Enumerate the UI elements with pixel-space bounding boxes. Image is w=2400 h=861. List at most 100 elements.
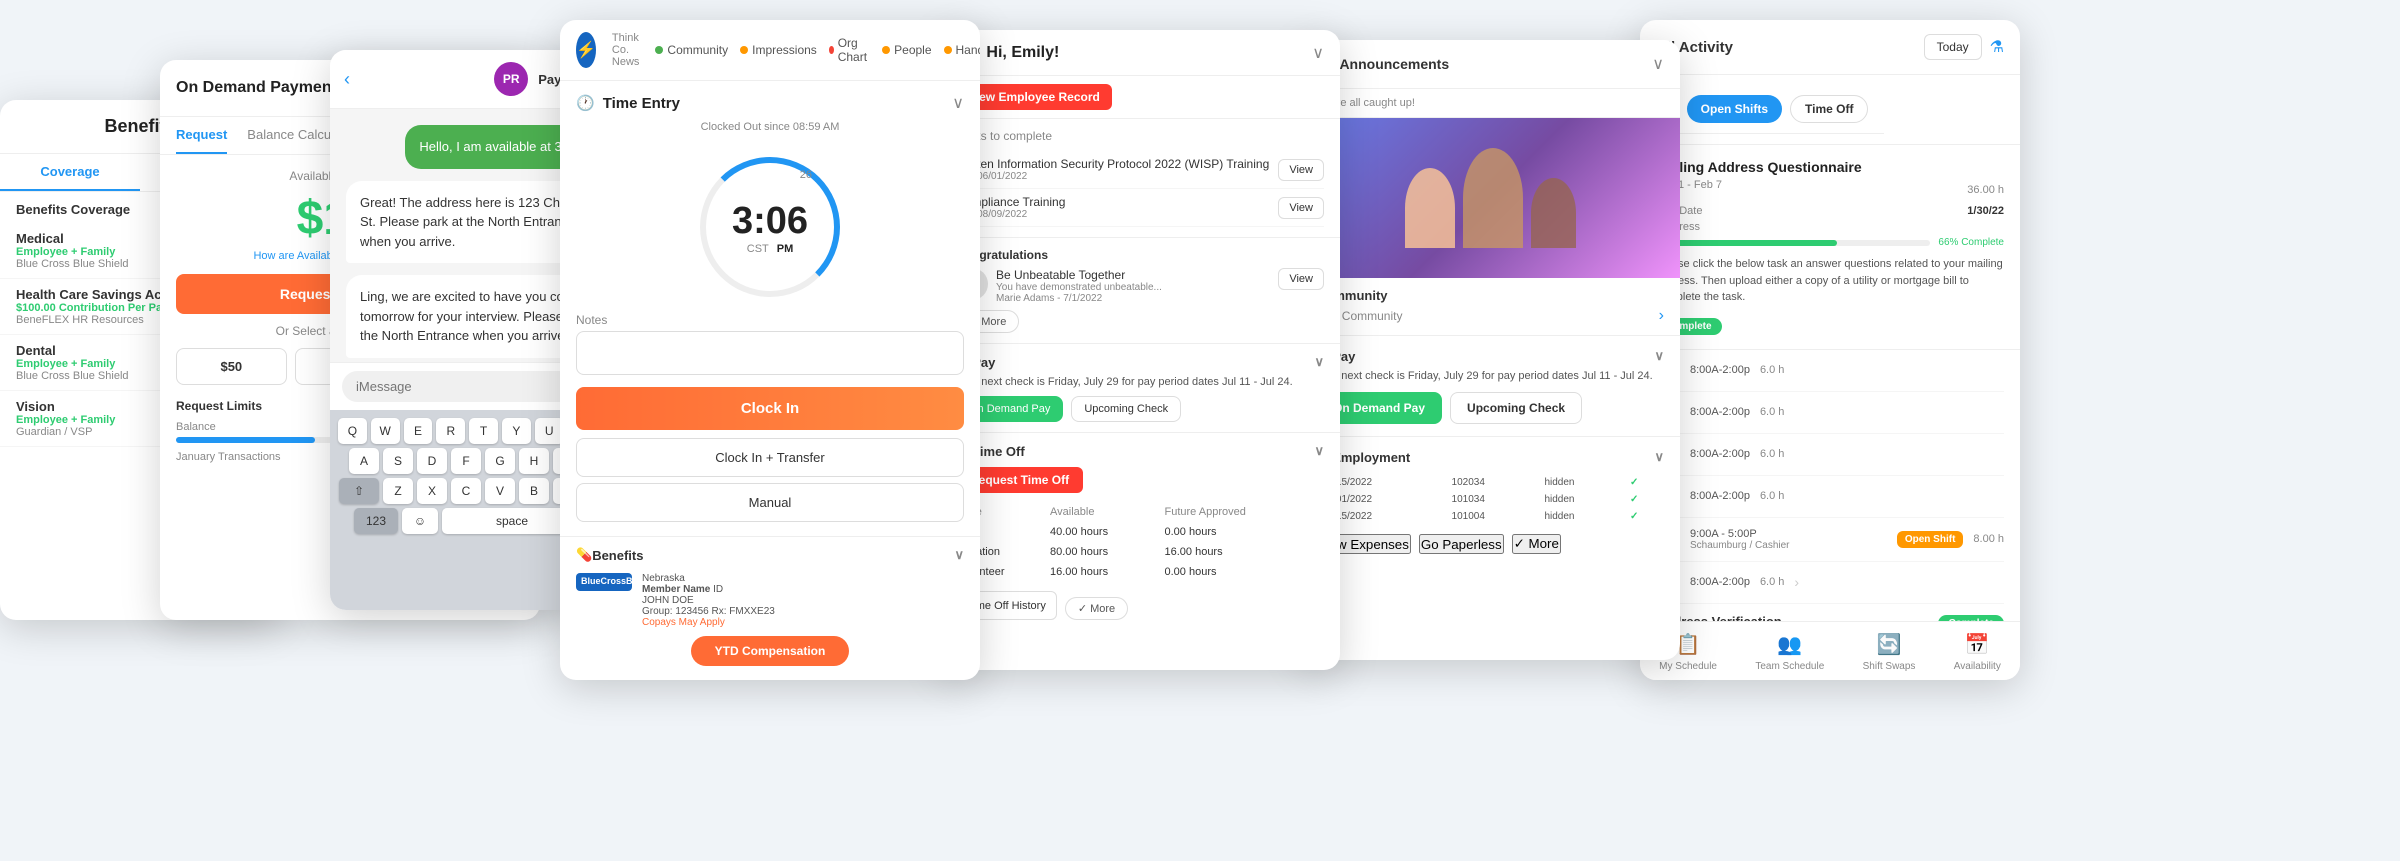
app-name: Think Co. News [612, 32, 640, 68]
employment-chevron: ∨ [1654, 449, 1664, 465]
key-t[interactable]: T [469, 418, 498, 444]
community-image [1300, 118, 1680, 278]
key-z[interactable]: Z [383, 478, 413, 504]
greeting-text: Hi, Emily! [986, 44, 1059, 62]
nav-community[interactable]: Community [655, 36, 728, 64]
key-a[interactable]: A [349, 448, 379, 474]
payment-title: On Demand Payment [176, 79, 337, 97]
nav-orgchart[interactable]: Org Chart [829, 36, 870, 64]
key-x[interactable]: X [417, 478, 447, 504]
manual-button[interactable]: Manual [576, 483, 964, 522]
people-dot [882, 46, 890, 54]
upcoming-check-button[interactable]: Upcoming Check [1450, 392, 1582, 424]
go-paperless-button[interactable]: Go Paperless [1419, 534, 1504, 554]
key-f[interactable]: F [451, 448, 481, 474]
emp-row-1: 07/15/2022 102034 hidden ✓ [1318, 475, 1662, 490]
pay-description: Your next check is Friday, July 29 for p… [1316, 370, 1664, 382]
key-c[interactable]: C [451, 478, 481, 504]
nav-availability[interactable]: 📅 Availability [1954, 632, 2001, 672]
logo-icon: ⚡ [576, 40, 596, 60]
ytd-button[interactable]: YTD Compensation [691, 636, 850, 666]
timeoff-title: Time Off [972, 444, 1025, 459]
key-g[interactable]: G [485, 448, 515, 474]
orgchart-dot [829, 46, 834, 54]
pay-text: Your next check is Friday, July 29 for p… [956, 376, 1324, 388]
nav-impressions[interactable]: Impressions [740, 36, 817, 64]
emp-row-3: 06/15/2022 101004 hidden ✓ [1318, 509, 1662, 524]
key-r[interactable]: R [436, 418, 465, 444]
key-shift[interactable]: ⇧ [339, 478, 379, 504]
key-b[interactable]: B [519, 478, 549, 504]
time-entry-card: ⚡ Think Co. News Community Impressions O… [560, 20, 980, 680]
bcbs-info: Nebraska Member Name ID JOHN DOE Group: … [642, 573, 775, 628]
task-view-button-1[interactable]: View [1278, 159, 1324, 181]
chat-avatar: PR [494, 62, 528, 96]
shift-swaps-icon: 🔄 [1877, 632, 1902, 657]
clock-face: 26 3:06 CST PM [700, 157, 840, 297]
key-emoji[interactable]: ☺ [402, 508, 438, 534]
upcoming-check-button[interactable]: Upcoming Check [1071, 396, 1181, 422]
caught-up-text: You're all caught up! [1300, 89, 1680, 118]
key-e[interactable]: E [404, 418, 433, 444]
amount-50[interactable]: $50 [176, 348, 287, 385]
open-shifts-tab[interactable]: Open Shifts [1687, 95, 1782, 123]
announcements-title: Announcements [1339, 56, 1449, 72]
key-h[interactable]: H [519, 448, 549, 474]
emp-more-button[interactable]: ✓ More [1512, 534, 1561, 554]
clock-status: Clocked Out since 08:59 AM [560, 121, 980, 141]
congrats-view-button[interactable]: View [1278, 268, 1324, 290]
timeoff-more-button[interactable]: ✓ More [1065, 597, 1128, 620]
dashboard-card: 👤 Hi, Emily! ∨ View Employee Record Task… [940, 30, 1340, 670]
row-chevron-icon: › [1794, 574, 1799, 590]
key-s[interactable]: S [383, 448, 413, 474]
nav-handbook[interactable]: Handbook [944, 36, 980, 64]
key-v[interactable]: V [485, 478, 515, 504]
task-row-1: Written Information Security Protocol 20… [956, 151, 1324, 189]
app-logo: ⚡ [576, 32, 596, 68]
filter-icon[interactable]: ⚗ [1990, 37, 2004, 57]
impressions-dot [740, 46, 748, 54]
nav-team-schedule[interactable]: 👥 Team Schedule [1755, 632, 1824, 672]
key-d[interactable]: D [417, 448, 447, 474]
key-q[interactable]: Q [338, 418, 367, 444]
balance-label: Balance [176, 421, 216, 433]
key-w[interactable]: W [371, 418, 400, 444]
key-y[interactable]: Y [502, 418, 531, 444]
back-button[interactable]: ‹ [344, 69, 350, 90]
person-silhouette-2 [1463, 148, 1523, 248]
nav-shift-swaps[interactable]: 🔄 Shift Swaps [1863, 632, 1916, 672]
mailing-title: Mailing Address Questionnaire [1656, 159, 2004, 175]
person-silhouette-1 [1405, 168, 1455, 248]
activity-card: All Activity Today ⚗ ‹ Open Shifts Time … [1640, 20, 2020, 680]
schedule-row-1: 1 8:00A-2:00p 6.0 h [1656, 350, 2004, 392]
pay-chevron: ∨ [1314, 354, 1324, 370]
timeoff-col-future: Future Approved [1165, 503, 1323, 521]
due-date: 1/30/22 [1967, 205, 2004, 217]
schedule-row-5: 5 9:00A - 5:00P Schaumburg / Cashier Ope… [1656, 518, 2004, 562]
task-view-button-2[interactable]: View [1278, 197, 1324, 219]
timeoff-row-volunteer: Volunteer 16.00 hours 0.00 hours [958, 563, 1322, 581]
timeoff-chevron: ∨ [1314, 443, 1324, 459]
notes-input[interactable] [576, 331, 964, 375]
clock-in-transfer-button[interactable]: Clock In + Transfer [576, 438, 964, 477]
community-dot [655, 46, 663, 54]
key-123[interactable]: 123 [354, 508, 398, 534]
progress-label: Progress [1656, 221, 2004, 233]
nav-people[interactable]: People [882, 36, 931, 64]
tab-request[interactable]: Request [176, 117, 227, 154]
hours-total: 36.00 h [1967, 184, 2004, 196]
today-button[interactable]: Today [1924, 34, 1982, 60]
tab-coverage[interactable]: Coverage [0, 154, 140, 191]
schedule-row-6: 6 8:00A-2:00p 6.0 h › [1656, 562, 2004, 604]
timeoff-row-sick: Sick 40.00 hours 0.00 hours [958, 523, 1322, 541]
mailing-description: Please click the below task an answer qu… [1656, 256, 2004, 306]
open-shift-badge: Open Shift [1897, 531, 1964, 548]
timeoff-col-available: Available [1050, 503, 1163, 521]
benefits-chevron: ∨ [954, 547, 964, 563]
visit-chevron-icon: › [1659, 307, 1664, 325]
clock-in-button[interactable]: Clock In [576, 387, 964, 430]
time-off-tab[interactable]: Time Off [1790, 95, 1868, 123]
chevron-down-icon: ∨ [1312, 43, 1324, 63]
section-title: Time Entry [603, 95, 680, 112]
announcements-card: 📢 Announcements ∨ You're all caught up! … [1300, 40, 1680, 660]
